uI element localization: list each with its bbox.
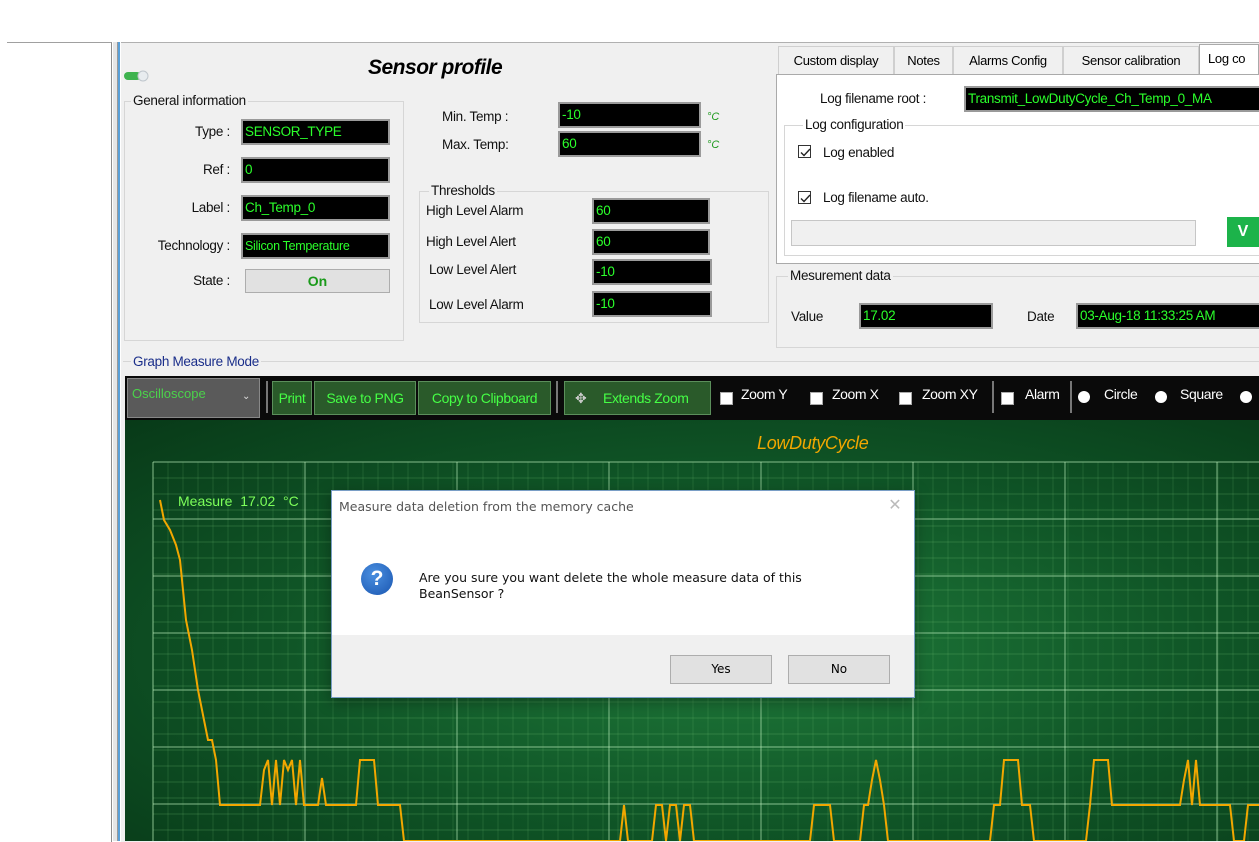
threshold-label: Low Level Alarm	[429, 297, 524, 312]
confirm-dialog: Measure data deletion from the memory ca…	[331, 490, 915, 698]
max-temp-unit: °C	[707, 139, 720, 151]
yes-button[interactable]: Yes	[670, 655, 772, 684]
state-label: State :	[193, 273, 230, 288]
threshold-label: High Level Alarm	[426, 203, 524, 218]
measure-readout: Measure 17.02 °C	[178, 493, 299, 509]
technology-label: Technology :	[157, 238, 231, 253]
ref-field[interactable]: 0	[241, 157, 390, 183]
circle-label: Circle	[1104, 386, 1138, 402]
min-temp-unit: °C	[707, 111, 720, 123]
log-root-field[interactable]: Transmit_LowDutyCycle_Ch_Temp_0_MA	[964, 86, 1259, 112]
technology-field[interactable]: Silicon Temperature	[241, 233, 390, 259]
graph-group-title: Graph Measure Mode	[131, 354, 261, 369]
mode-select-value: Oscilloscope	[132, 386, 206, 401]
save-png-button[interactable]: Save to PNG	[314, 381, 416, 415]
mode-select[interactable]: Oscilloscope ⌄	[127, 378, 260, 418]
log-enabled-checkbox[interactable]	[798, 145, 811, 158]
threshold-field[interactable]: 60	[592, 229, 710, 255]
page-title: Sensor profile	[368, 56, 503, 79]
graph-title: LowDutyCycle	[757, 433, 869, 453]
chevron-down-icon: ⌄	[242, 391, 251, 402]
tab-custom-display[interactable]: Custom display	[778, 46, 894, 74]
dialog-message-line: Are you sure you want delete the whole m…	[419, 570, 802, 585]
extends-zoom-button[interactable]: ✥ Extends Zoom	[564, 381, 711, 415]
max-temp-label: Max. Temp:	[442, 137, 509, 152]
tab-notes[interactable]: Notes	[894, 46, 953, 74]
tab-log-config[interactable]: Log co	[1199, 44, 1259, 75]
log-enabled-label: Log enabled	[823, 145, 895, 160]
dialog-message-line: BeanSensor ?	[419, 586, 505, 601]
date-label: Date	[1027, 309, 1055, 324]
zoom-x-checkbox[interactable]	[810, 392, 823, 405]
left-panel	[7, 42, 112, 842]
min-temp-label: Min. Temp :	[442, 109, 509, 124]
splitter-line	[118, 42, 120, 841]
zoom-y-label: Zoom Y	[741, 386, 788, 402]
threshold-label: Low Level Alert	[429, 262, 517, 277]
extends-zoom-label: Extends Zoom	[603, 390, 689, 406]
tab-sensor-calibration[interactable]: Sensor calibration	[1063, 46, 1199, 74]
threshold-field[interactable]: 60	[592, 198, 710, 224]
log-filename-auto-label: Log filename auto.	[823, 190, 929, 205]
square-radio[interactable]	[1155, 391, 1167, 403]
print-button[interactable]: Print	[272, 381, 312, 415]
value-field[interactable]: 17.02	[859, 303, 993, 329]
max-temp-field[interactable]: 60	[558, 131, 701, 157]
alarm-label: Alarm	[1025, 386, 1060, 402]
label-field[interactable]: Ch_Temp_0	[241, 195, 390, 221]
toolbar-separator	[266, 381, 268, 413]
general-info-title: General information	[131, 93, 248, 108]
log-filename-input[interactable]	[791, 220, 1196, 246]
zoom-xy-checkbox[interactable]	[899, 392, 912, 405]
tab-alarms-config[interactable]: Alarms Config	[953, 46, 1063, 74]
log-filename-auto-checkbox[interactable]	[798, 191, 811, 204]
log-config-title: Log configuration	[803, 117, 906, 132]
dialog-title: Measure data deletion from the memory ca…	[339, 499, 634, 514]
min-temp-field[interactable]: -10	[558, 102, 701, 128]
circle-radio[interactable]	[1078, 391, 1090, 403]
zoom-x-label: Zoom X	[832, 386, 879, 402]
close-icon[interactable]: ✕	[884, 495, 906, 517]
alarm-checkbox[interactable]	[1001, 392, 1014, 405]
move-arrows-icon: ✥	[575, 390, 587, 406]
value-label: Value	[791, 309, 824, 324]
other-radio[interactable]	[1240, 391, 1252, 403]
graph-group-border	[123, 361, 1259, 362]
square-label: Square	[1180, 386, 1223, 402]
toggle-icon[interactable]	[124, 70, 149, 82]
type-field[interactable]: SENSOR_TYPE	[241, 119, 390, 145]
threshold-field[interactable]: -10	[592, 259, 712, 285]
toolbar-separator	[556, 381, 558, 413]
state-indicator: On	[245, 269, 390, 293]
zoom-y-checkbox[interactable]	[720, 392, 733, 405]
threshold-field[interactable]: -10	[592, 291, 712, 317]
copy-clipboard-button[interactable]: Copy to Clipboard	[418, 381, 551, 415]
measurement-title: Mesurement data	[788, 268, 893, 283]
toolbar-separator	[992, 381, 994, 413]
question-icon: ?	[361, 563, 393, 595]
ref-label: Ref :	[202, 162, 230, 177]
dialog-message: Are you sure you want delete the whole m…	[419, 570, 802, 602]
log-root-label: Log filename root :	[820, 91, 927, 106]
no-button[interactable]: No	[788, 655, 890, 684]
thresholds-title: Thresholds	[429, 183, 497, 198]
zoom-xy-label: Zoom XY	[922, 386, 978, 402]
log-validate-button[interactable]: V	[1227, 217, 1259, 247]
toolbar-separator	[1070, 381, 1072, 413]
label-label: Label :	[191, 200, 231, 215]
threshold-label: High Level Alert	[426, 234, 516, 249]
date-field[interactable]: 03-Aug-18 11:33:25 AM	[1076, 303, 1259, 329]
type-label: Type :	[195, 124, 230, 139]
